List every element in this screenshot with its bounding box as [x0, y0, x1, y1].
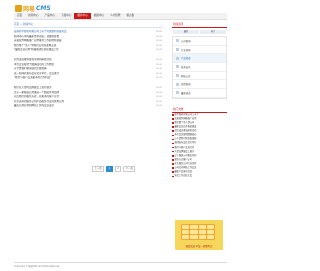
- news-date: 01-09: [155, 77, 162, 80]
- sidebar-menu-item[interactable]: 其他新闻: [173, 80, 226, 90]
- bullet-icon: [172, 159, 174, 161]
- sidebar-menu-label: 最新动态: [181, 91, 191, 95]
- hot-article-link[interactable]: 年度工作总结大会: [175, 174, 193, 178]
- sidebar-menu-item[interactable]: 行业新闻: [173, 46, 226, 55]
- list-item[interactable]: "我们与客户交流更多的合作机会" 01-09: [14, 76, 162, 81]
- news-group: 社区成员都有参加全体的研修活动 01-09 本次会议取得了圆满成功的工作经验 01-0…: [14, 58, 162, 81]
- page-button[interactable]: 上一页: [92, 166, 105, 172]
- news-list: 云南新华制药有限公司上市了可保留的首批药品 01-09 新闻中心中的最新资讯动态，请…: [14, 30, 162, 114]
- sidebar-menu-item[interactable]: 公司新闻: [173, 37, 226, 46]
- news-title-link[interactable]: "最新会议召开"积极推进信息化建设工作: [14, 48, 59, 53]
- site-logo[interactable]: 网易 CMS: [15, 4, 51, 13]
- sidebar-menu-label: 技术支持: [181, 65, 191, 69]
- category-icon: [176, 82, 179, 86]
- bullet-icon: [172, 175, 174, 178]
- news-title-link[interactable]: 最近公司召开的网站工作的会议成功: [14, 104, 54, 109]
- sidebar-menu-item[interactable]: 最新动态: [173, 89, 226, 98]
- main-nav: 首页 新闻中心 产品中心 下载中心 图片中心 视频中心 人才招聘 留言板: [14, 13, 227, 20]
- nav-item[interactable]: 下载中心: [58, 13, 74, 19]
- sidebar-menu: 公司新闻行业新闻产品动态技术支持网站公告其他新闻最新动态: [172, 36, 227, 99]
- bullet-icon: [172, 142, 174, 145]
- nav-item[interactable]: 图片中心: [74, 13, 91, 19]
- page-button[interactable]: 1: [106, 166, 113, 172]
- page-button[interactable]: 2: [114, 166, 122, 172]
- footer: Copyright © 网易CMS All Rights Reserved: [14, 262, 227, 268]
- page-button[interactable]: 下一页: [123, 166, 136, 172]
- category-icon: [176, 48, 179, 52]
- list-item[interactable]: 最近公司召开的网站工作的会议成功 01-09: [14, 104, 162, 109]
- category-icon: [176, 91, 179, 95]
- list-item[interactable]: "最新会议召开"积极推进信息化建设工作 01-09: [14, 48, 162, 53]
- nav-item[interactable]: 产品中心: [42, 13, 58, 19]
- sidebar-tabs: 最新 热门: [172, 28, 227, 36]
- sidebar-menu-label: 产品动态: [181, 57, 191, 61]
- nav-item[interactable]: 首页: [14, 13, 25, 19]
- sidebar-tab[interactable]: 最新: [173, 30, 199, 34]
- hot-article-item[interactable]: 年度工作总结大会: [172, 174, 227, 178]
- logo-text-secondary: CMS: [36, 5, 51, 12]
- logo-mark-icon: [15, 5, 22, 12]
- news-date: 01-09: [155, 49, 162, 52]
- sidebar-menu-label: 行业新闻: [181, 48, 191, 52]
- logo-text-primary: 网易: [23, 6, 36, 13]
- promo-banner[interactable]: 抽奖就送 中奖一周随你买: [175, 220, 223, 250]
- bullet-icon: [172, 138, 174, 141]
- sidebar-menu-label: 网站公告: [181, 74, 191, 78]
- nav-item[interactable]: 视频中心: [91, 13, 107, 19]
- bullet-icon: [172, 155, 174, 157]
- category-icon: [176, 56, 179, 60]
- bullet-icon: [172, 146, 174, 149]
- news-date: 01-09: [155, 105, 162, 108]
- bullet-icon: [172, 114, 174, 116]
- sidebar-menu-item[interactable]: 网站公告: [173, 72, 226, 81]
- bullet-icon: [172, 130, 174, 132]
- sidebar-menu-label: 公司新闻: [181, 39, 191, 43]
- breadcrumb: 首页 > 新闻中心: [14, 22, 162, 28]
- sidebar-menu-item[interactable]: 技术支持: [173, 63, 226, 72]
- bullet-icon: [172, 134, 174, 137]
- bullet-icon: [172, 163, 174, 165]
- promo-caption: 抽奖就送 中奖一周随你买: [185, 245, 213, 248]
- nav-item[interactable]: 人才招聘: [107, 13, 123, 19]
- bullet-icon: [172, 118, 174, 120]
- bullet-icon: [172, 167, 174, 169]
- category-icon: [176, 65, 179, 69]
- nav-item[interactable]: 留言板: [123, 13, 137, 19]
- bullet-icon: [172, 122, 174, 124]
- sidebar-menu-item[interactable]: 产品动态: [173, 54, 226, 64]
- nav-item[interactable]: 新闻中心: [25, 13, 41, 19]
- bullet-icon: [172, 171, 174, 173]
- pagination: 上一页 1 2 下一页: [92, 166, 136, 172]
- category-icon: [176, 39, 179, 43]
- sidebar: 新闻资讯 最新 热门 公司新闻 行业新闻 产品动态 技术支持 网站公告 其他新闻 最新动态 热…: [172, 22, 227, 178]
- news-group: 云南新华制药有限公司上市了可保留的首批药品 01-09 新闻中心中的最新资讯动态，请…: [14, 30, 162, 53]
- bullet-icon: [172, 126, 174, 128]
- hot-articles: 热门文章 新华制药有限公司上市了 庆祝软件网络推广应用 我们整个北人到公司 最新会议召…: [172, 107, 227, 179]
- news-title-link[interactable]: "我们与客户交流更多的合作机会": [14, 76, 51, 81]
- bullet-icon: [172, 150, 174, 153]
- sidebar-menu-label: 其他新闻: [181, 83, 191, 87]
- news-group: 我们在大型的品牌展会上进行展示 01-09 辽宁一家服装公司推出一个服装系列品牌 01…: [14, 86, 162, 109]
- sidebar-tab[interactable]: 热门: [200, 30, 226, 34]
- category-icon: [176, 74, 179, 78]
- prize-grid-image: [181, 224, 215, 240]
